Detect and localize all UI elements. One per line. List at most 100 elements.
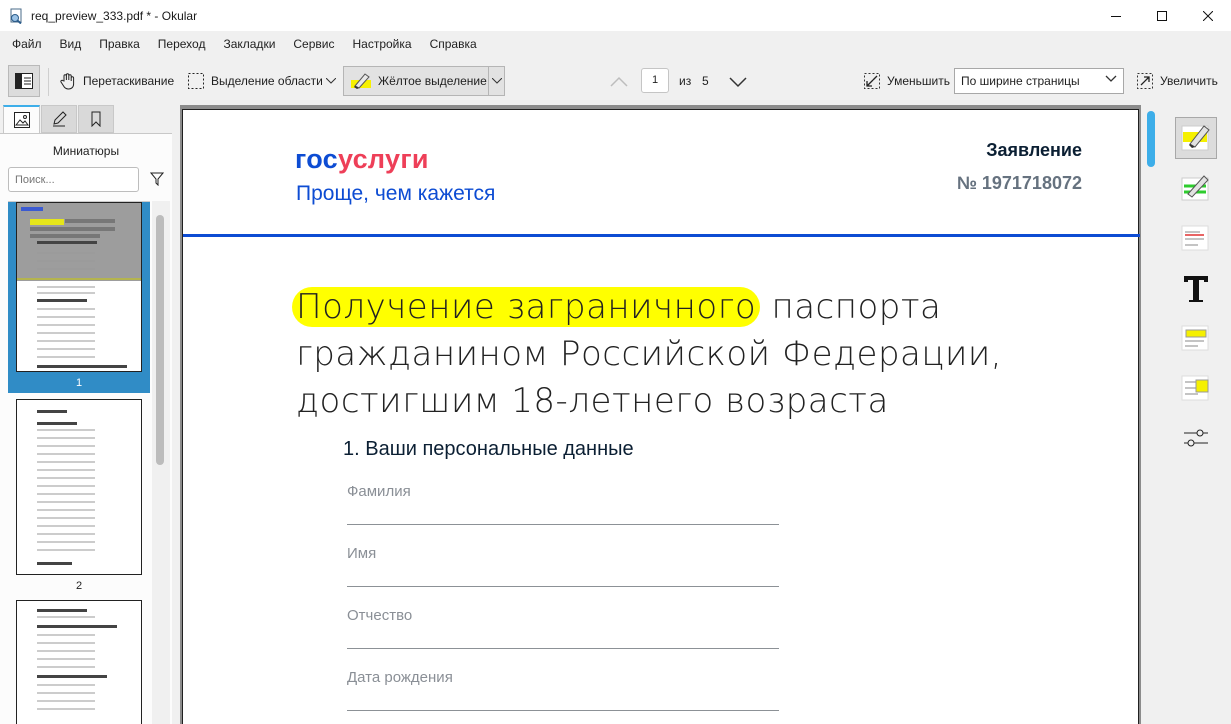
green-pencil-tool[interactable] — [1175, 167, 1217, 209]
thumbnail-search-input[interactable] — [8, 167, 139, 192]
zoom-out-label: Уменьшить — [887, 74, 950, 88]
menu-tools[interactable]: Сервис — [284, 31, 343, 58]
thumbnail-page-2[interactable] — [16, 399, 142, 575]
minimize-button[interactable] — [1093, 0, 1139, 31]
zoom-out-icon — [864, 73, 880, 89]
okular-app-icon — [8, 8, 24, 24]
logo-part-1: гос — [295, 144, 338, 174]
popup-note-icon — [1181, 375, 1209, 401]
filter-button[interactable] — [149, 172, 165, 189]
maximize-icon — [1157, 10, 1167, 21]
yellow-highlighter-tool[interactable] — [1175, 117, 1217, 159]
thumb-page-content — [37, 609, 117, 710]
menu-help[interactable]: Справка — [421, 31, 486, 58]
sliders-icon — [1184, 429, 1208, 447]
scrollbar-handle[interactable] — [156, 215, 164, 465]
field-line-patronymic — [347, 648, 779, 649]
next-page-button[interactable] — [729, 67, 747, 97]
thumbnail-list[interactable]: 1 2 — [8, 201, 150, 724]
inline-note-tool[interactable] — [1175, 317, 1217, 359]
logo-tagline: Проще, чем кажется — [296, 182, 496, 205]
bookmark-icon — [91, 111, 101, 127]
document-scrollbar[interactable] — [1141, 105, 1160, 724]
highlighted-text[interactable]: Получение заграничного — [292, 287, 761, 327]
thumbnail-scrollbar[interactable] — [152, 201, 170, 724]
annotation-toolbar — [1160, 105, 1231, 724]
field-line-name — [347, 586, 779, 587]
page-number-input[interactable]: 1 — [641, 68, 669, 93]
zoom-mode-select[interactable]: По ширине страницы — [954, 68, 1124, 94]
sidebar-icon — [15, 73, 33, 89]
gosuslugi-logo: госуслуги — [295, 144, 429, 175]
typewriter-tool[interactable] — [1175, 267, 1217, 309]
tab-annotations[interactable] — [41, 105, 77, 133]
quick-tools-config-button[interactable] — [1175, 417, 1217, 459]
close-window-button[interactable] — [1185, 0, 1231, 31]
chevron-down-icon — [326, 78, 336, 84]
sidebar-toggle-button[interactable] — [8, 65, 40, 97]
zoom-in-icon — [1137, 73, 1153, 89]
menu-edit[interactable]: Правка — [90, 31, 149, 58]
area-select-tool-button[interactable]: Выделение области — [186, 66, 324, 96]
area-select-icon — [188, 73, 204, 89]
maximize-button[interactable] — [1139, 0, 1185, 31]
image-icon — [13, 112, 30, 128]
field-label-patronymic: Отчество — [347, 607, 413, 624]
chevron-up-icon — [610, 76, 628, 87]
menu-settings[interactable]: Настройка — [343, 31, 420, 58]
scrollbar-handle[interactable] — [1147, 111, 1155, 167]
document-type: Заявление — [986, 140, 1082, 160]
filter-icon — [149, 172, 165, 187]
header-divider — [183, 234, 1140, 237]
browse-tool-label: Перетаскивание — [83, 74, 175, 88]
page-total: 5 — [702, 74, 709, 88]
sidebar-panel: Миниатюры Поиск... 1 2 — [0, 105, 172, 724]
thumbnails-panel: Миниатюры Поиск... 1 2 — [0, 133, 172, 724]
field-line-surname — [347, 524, 779, 525]
yellow-highlight-tool-button[interactable]: Жёлтое выделение — [343, 66, 505, 96]
browse-tool-button[interactable]: Перетаскивание — [58, 66, 175, 96]
highlight-tool-dropdown[interactable] — [489, 67, 505, 95]
menu-view[interactable]: Вид — [51, 31, 91, 58]
main-toolbar: Перетаскивание Выделение области Жёлтое … — [0, 58, 1231, 105]
document-page[interactable]: госуслуги Проще, чем кажется Заявление №… — [182, 109, 1140, 724]
menu-go[interactable]: Переход — [149, 31, 215, 58]
field-label-name: Имя — [347, 545, 377, 562]
panel-title: Миниатюры — [52, 144, 120, 158]
heading-line-2: гражданином Российской Федерации, — [296, 334, 1003, 374]
underline-icon — [1181, 225, 1209, 251]
tab-thumbnails[interactable] — [3, 105, 40, 133]
inline-note-icon — [1181, 325, 1209, 351]
close-icon — [1203, 10, 1213, 21]
chevron-down-icon — [729, 77, 747, 88]
thumbnail-page-3[interactable] — [16, 600, 142, 724]
red-underline-tool[interactable] — [1175, 217, 1217, 259]
previous-page-button[interactable] — [610, 67, 628, 97]
document-heading: Получение заграничного паспорта граждани… — [292, 284, 1076, 425]
thumb-page-content — [17, 219, 141, 368]
heading-line-1-rest: паспорта — [760, 287, 942, 327]
chevron-down-icon — [492, 78, 502, 84]
thumbnail-label-2: 2 — [75, 580, 83, 592]
page-of-label: из — [679, 74, 692, 88]
menu-bar: Файл Вид Правка Переход Закладки Сервис … — [0, 31, 1231, 58]
document-number: № 1971718072 — [956, 173, 1082, 193]
popup-note-tool[interactable] — [1175, 367, 1217, 409]
document-view[interactable]: госуслуги Проще, чем кажется Заявление №… — [180, 105, 1141, 724]
typewriter-icon — [1184, 276, 1208, 302]
zoom-in-button[interactable]: Увеличить — [1135, 66, 1219, 96]
pen-icon — [53, 111, 67, 127]
zoom-out-button[interactable]: Уменьшить — [862, 66, 951, 96]
menu-bookmarks[interactable]: Закладки — [214, 31, 284, 58]
thumbnail-page-1[interactable] — [16, 202, 142, 372]
tab-bookmarks[interactable] — [78, 105, 114, 133]
thumb-page-content — [37, 410, 95, 565]
menu-file[interactable]: Файл — [3, 31, 51, 58]
chevron-down-icon — [1105, 75, 1117, 82]
area-select-dropdown[interactable] — [323, 67, 339, 95]
section-title: 1. Ваши персональные данные — [343, 438, 634, 460]
hand-icon — [60, 73, 75, 90]
highlighter-icon — [1181, 125, 1210, 151]
minimize-icon — [1111, 15, 1121, 17]
toolbar-separator — [48, 68, 49, 96]
